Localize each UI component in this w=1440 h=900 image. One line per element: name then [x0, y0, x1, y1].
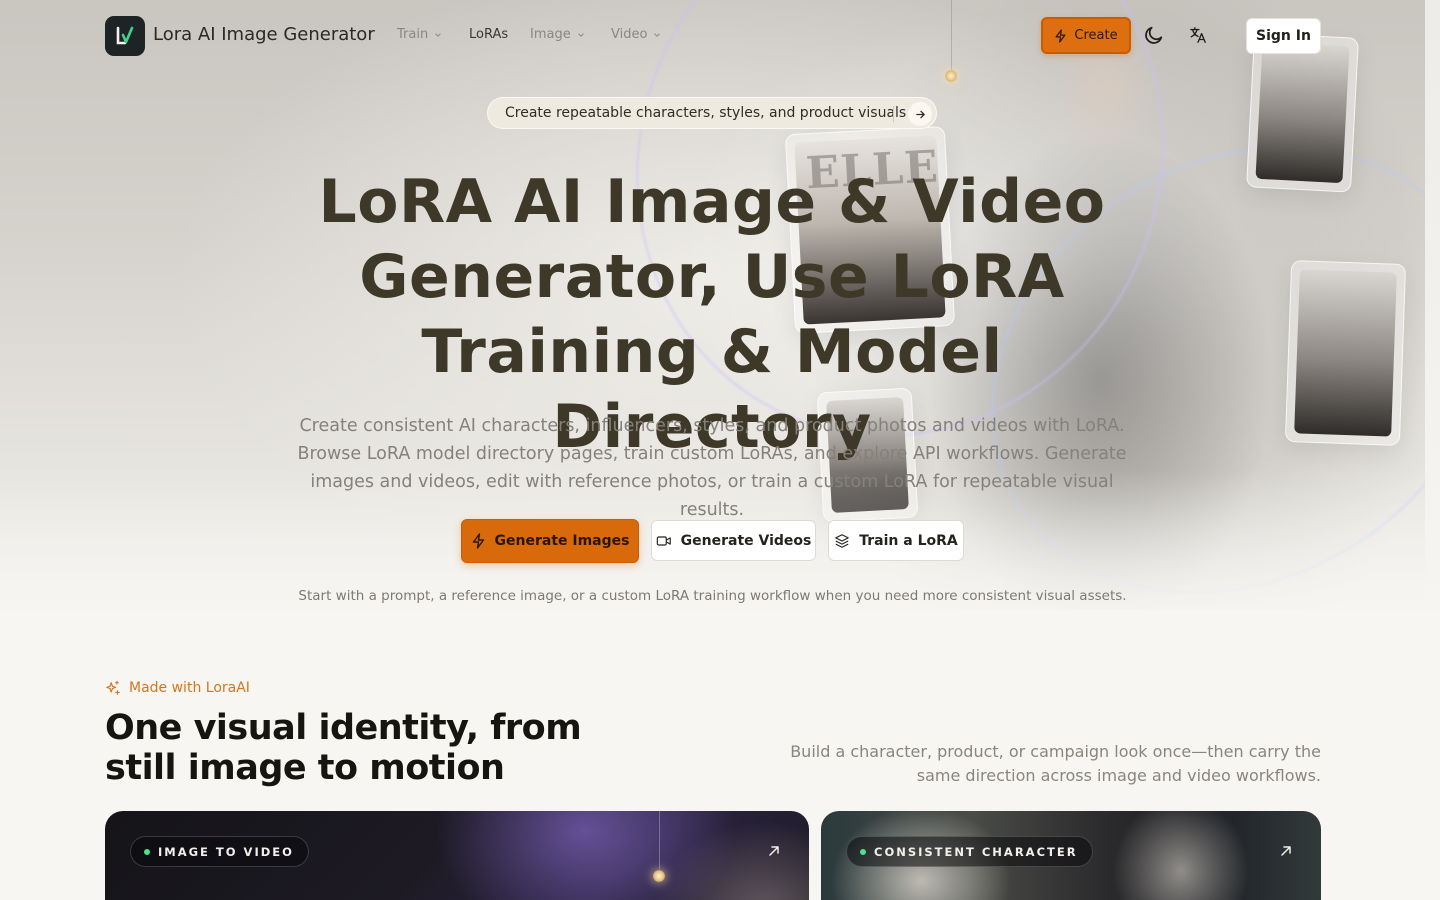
- status-dot: [144, 848, 150, 855]
- translate-icon: [1190, 27, 1206, 43]
- status-dot: [860, 848, 866, 855]
- nav-item-label: Train: [397, 27, 429, 42]
- language-button[interactable]: [1185, 22, 1211, 48]
- generate-images-label: Generate Images: [494, 533, 630, 549]
- nav-item-loras[interactable]: LoRAs: [469, 27, 508, 42]
- sign-in-label: Sign In: [1256, 28, 1311, 44]
- image-to-video-card[interactable]: IMAGE TO VIDEO: [105, 811, 809, 900]
- card-label-text: CONSISTENT CHARACTER: [874, 844, 1078, 859]
- sign-in-button[interactable]: Sign In: [1246, 18, 1321, 54]
- theme-toggle-button[interactable]: [1141, 22, 1167, 48]
- generate-images-button[interactable]: Generate Images: [461, 519, 639, 563]
- section-tag: Made with LoraAI: [105, 680, 250, 696]
- announcement-pill[interactable]: Create repeatable characters, styles, an…: [487, 97, 937, 129]
- lightning-icon: [472, 533, 484, 549]
- create-button-label: Create: [1074, 28, 1118, 43]
- nav-item-video[interactable]: Video: [611, 27, 661, 42]
- pill-divider: [893, 106, 894, 122]
- nav-item-label: Image: [530, 27, 571, 42]
- card-label-text: IMAGE TO VIDEO: [158, 844, 294, 859]
- sparkles-icon: [106, 680, 120, 695]
- arrow-up-right-icon[interactable]: [767, 844, 781, 858]
- train-lora-button[interactable]: Train a LoRA: [828, 520, 964, 561]
- chevron-down-icon: [435, 32, 441, 37]
- announcement-text: Create repeatable characters, styles, an…: [505, 105, 907, 121]
- nav-item-train[interactable]: Train: [397, 27, 442, 42]
- moon-icon: [1145, 26, 1163, 44]
- card-label: IMAGE TO VIDEO: [130, 836, 309, 867]
- video-camera-icon: [656, 535, 671, 546]
- top-nav: Lora AI Image Generator Train LoRAs Imag…: [0, 0, 1440, 72]
- train-lora-label: Train a LoRA: [859, 532, 958, 549]
- pendant-cord: [659, 811, 660, 869]
- lora-logo-icon[interactable]: [105, 16, 145, 56]
- section-tag-label: Made with LoraAI: [129, 680, 250, 696]
- consistent-character-card[interactable]: CONSISTENT CHARACTER: [821, 811, 1321, 900]
- arrow-up-right-icon[interactable]: [1279, 844, 1293, 858]
- nav-item-label: LoRAs: [469, 27, 509, 42]
- section-title: One visual identity, from still image to…: [105, 708, 582, 788]
- hero-note: Start with a prompt, a reference image, …: [298, 588, 1127, 604]
- page-edge: [1425, 0, 1440, 610]
- arrow-right-icon[interactable]: [908, 102, 932, 126]
- preview-card: [1284, 260, 1407, 446]
- hero-description: Create consistent AI characters, influen…: [297, 416, 1127, 520]
- layers-icon: [835, 533, 850, 548]
- chevron-down-icon: [654, 32, 661, 37]
- generate-videos-label: Generate Videos: [680, 532, 812, 549]
- generate-videos-button[interactable]: Generate Videos: [651, 520, 816, 561]
- lightning-icon: [1055, 28, 1066, 43]
- nav-item-label: Video: [611, 27, 648, 42]
- card-label: CONSISTENT CHARACTER: [846, 836, 1093, 867]
- brand-name[interactable]: Lora AI Image Generator: [153, 24, 375, 45]
- chevron-down-icon: [577, 32, 584, 37]
- section-description: Build a character, product, or campaign …: [790, 742, 1321, 785]
- nav-item-image[interactable]: Image: [530, 27, 585, 42]
- create-button[interactable]: Create: [1041, 17, 1131, 54]
- pendant-light: [653, 870, 665, 882]
